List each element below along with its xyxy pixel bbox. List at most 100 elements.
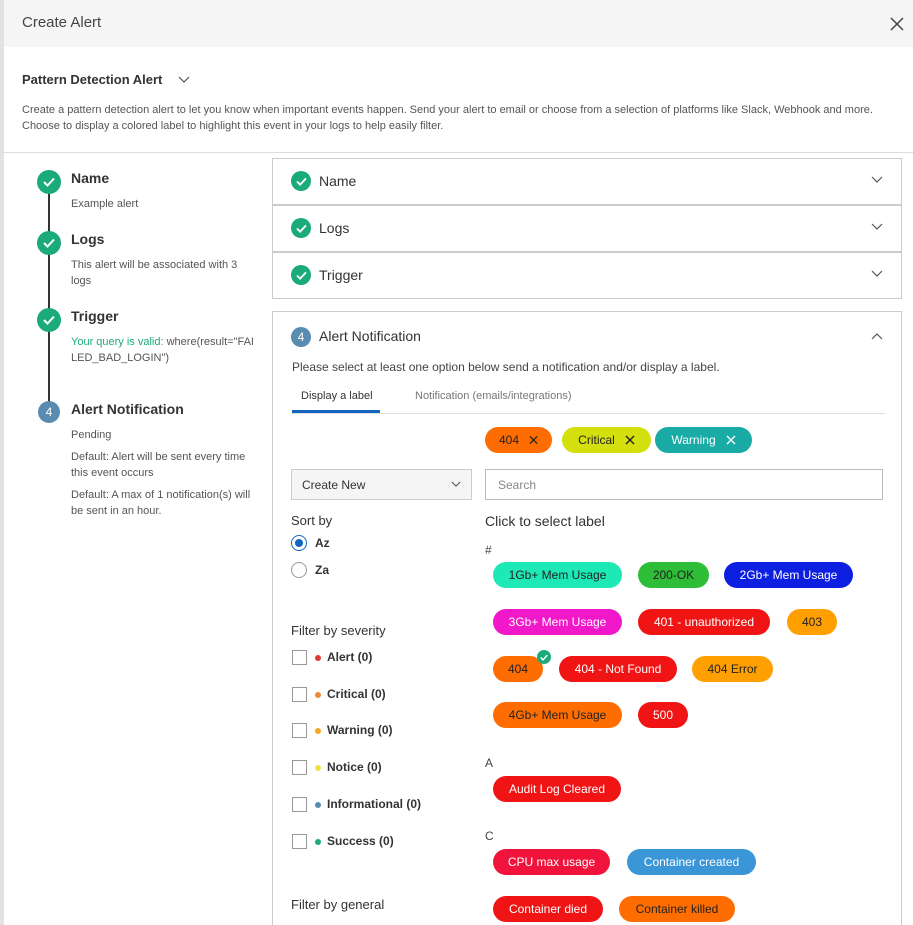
create-new-dropdown[interactable]: Create New xyxy=(291,469,472,500)
severity-dot-icon xyxy=(315,728,321,735)
severity-dot-icon xyxy=(315,801,321,808)
panel-logs[interactable]: Logs xyxy=(272,205,902,252)
modal-header: Create Alert xyxy=(0,0,913,47)
remove-icon[interactable] xyxy=(529,435,538,445)
chip-label: Critical xyxy=(578,433,615,447)
panel-name[interactable]: Name xyxy=(272,158,902,205)
modal-title: Create Alert xyxy=(22,14,102,31)
label-option-container-died[interactable]: Container died xyxy=(493,896,603,922)
label-option-4gb-mem-usage[interactable]: 4Gb+ Mem Usage xyxy=(493,702,622,728)
step-notification-default2: Default: A max of 1 notification(s) will… xyxy=(71,489,251,517)
label-option-404-not-found[interactable]: 404 - Not Found xyxy=(559,656,677,682)
step-name[interactable]: Name Example alert xyxy=(37,168,257,229)
severity-dot-icon xyxy=(315,838,321,845)
chevron-down-icon xyxy=(871,270,883,277)
step-number-badge: 4 xyxy=(38,401,60,423)
label-option-500[interactable]: 500 xyxy=(638,702,688,728)
panel-trigger-title: Trigger xyxy=(319,267,363,283)
step-notification-default1: Default: Alert will be sent every time t… xyxy=(71,451,246,479)
selected-label-chip[interactable]: 404 xyxy=(485,427,552,453)
severity-checkbox[interactable] xyxy=(292,650,307,665)
step-number-badge: 4 xyxy=(291,327,311,347)
alert-description: Create a pattern detection alert to let … xyxy=(22,104,873,132)
tab-notification[interactable]: Notification (emails/integrations) xyxy=(415,390,572,402)
label-option-404-error[interactable]: 404 Error xyxy=(692,656,773,682)
label-option-404[interactable]: 404 xyxy=(493,656,543,682)
alert-type-select[interactable]: Pattern Detection Alert xyxy=(22,72,190,87)
severity-dot-icon xyxy=(315,691,321,698)
severity-label: Notice (0) xyxy=(327,760,382,775)
active-tab-indicator xyxy=(292,410,380,413)
dropdown-value: Create New xyxy=(302,478,366,492)
step-logs-title: Logs xyxy=(71,231,105,247)
group-letter: A xyxy=(485,756,494,770)
severity-label: Informational (0) xyxy=(327,796,422,811)
severity-checkbox[interactable] xyxy=(292,723,307,739)
severity-checkbox[interactable] xyxy=(292,760,307,776)
sort-by-heading: Sort by xyxy=(291,513,333,528)
step-trigger[interactable]: Trigger Your query is valid: where(resul… xyxy=(37,306,257,399)
severity-label: Success (0) xyxy=(327,833,394,848)
query-valid-text: Your query is valid xyxy=(71,336,161,348)
remove-icon[interactable] xyxy=(726,435,736,445)
steps-list: Name Example alert Logs This alert will … xyxy=(37,168,257,519)
sort-za-label: Za xyxy=(315,563,330,577)
sort-az-label: Az xyxy=(315,536,330,550)
tab-display-label[interactable]: Display a label xyxy=(301,390,373,402)
chevron-down-icon xyxy=(178,76,190,83)
chevron-down-icon xyxy=(451,481,461,487)
label-option-401-unauthorized[interactable]: 401 - unauthorized xyxy=(638,609,770,635)
step-logs[interactable]: Logs This alert will be associated with … xyxy=(37,229,257,306)
check-icon xyxy=(291,171,311,191)
step-notification-status: Pending xyxy=(71,429,112,441)
notification-title: Alert Notification xyxy=(319,328,421,344)
remove-icon[interactable] xyxy=(625,435,635,445)
chevron-down-icon xyxy=(871,176,883,183)
label-option-audit-log-cleared[interactable]: Audit Log Cleared xyxy=(493,776,621,802)
panel-logs-title: Logs xyxy=(319,220,350,236)
label-option-container-killed[interactable]: Container killed xyxy=(619,896,735,922)
click-to-select-heading: Click to select label xyxy=(485,513,605,529)
check-icon xyxy=(291,265,311,285)
filter-general-heading: Filter by general xyxy=(291,897,385,912)
severity-label: Critical (0) xyxy=(327,686,386,701)
step-name-title: Name xyxy=(71,170,110,186)
tab-bar: Display a label Notification (emails/int… xyxy=(292,382,885,414)
label-option-403[interactable]: 403 xyxy=(787,609,837,635)
selected-label-chip[interactable]: Warning xyxy=(655,427,752,453)
severity-checkbox[interactable] xyxy=(292,833,307,849)
step-notification[interactable]: 4 Alert Notification Pending Default: Al… xyxy=(37,399,257,519)
panel-name-title: Name xyxy=(319,173,357,189)
step-notification-title: Alert Notification xyxy=(71,401,184,417)
selected-label-chip[interactable]: Critical xyxy=(562,427,651,453)
sort-az-radio[interactable] xyxy=(291,535,307,551)
search-input[interactable] xyxy=(485,469,883,500)
filter-severity-heading: Filter by severity xyxy=(291,623,386,638)
selected-check-icon xyxy=(537,650,551,664)
chevron-down-icon xyxy=(871,223,883,230)
severity-dot-icon xyxy=(315,765,321,772)
check-icon xyxy=(37,308,61,332)
panel-alert-notification: 4 Alert Notification Please select at le… xyxy=(272,311,902,925)
label-option-container-created[interactable]: Container created xyxy=(627,849,756,875)
label-option-cpu-max-usage[interactable]: CPU max usage xyxy=(493,849,610,875)
chip-label: 404 xyxy=(499,433,520,447)
alert-type-value: Pattern Detection Alert xyxy=(22,72,163,87)
sort-za-radio[interactable] xyxy=(291,562,307,578)
check-icon xyxy=(291,218,311,238)
left-border xyxy=(0,153,4,925)
label-option-1gb-mem-usage[interactable]: 1Gb+ Mem Usage xyxy=(493,562,622,588)
close-icon[interactable] xyxy=(889,16,905,32)
severity-dot-icon xyxy=(315,655,321,661)
severity-label: Warning (0) xyxy=(327,723,393,738)
label-option-3gb-mem-usage[interactable]: 3Gb+ Mem Usage xyxy=(493,609,622,635)
severity-checkbox[interactable] xyxy=(292,796,307,812)
check-icon xyxy=(37,231,61,255)
chevron-up-icon[interactable] xyxy=(871,332,883,340)
notification-instruction: Please select at least one option below … xyxy=(292,360,720,374)
severity-checkbox[interactable] xyxy=(292,686,307,702)
label-option-2gb-mem-usage[interactable]: 2Gb+ Mem Usage xyxy=(724,562,853,588)
chip-label: Warning xyxy=(671,433,716,447)
label-option-200-ok[interactable]: 200-OK xyxy=(638,562,709,588)
panel-trigger[interactable]: Trigger xyxy=(272,252,902,299)
